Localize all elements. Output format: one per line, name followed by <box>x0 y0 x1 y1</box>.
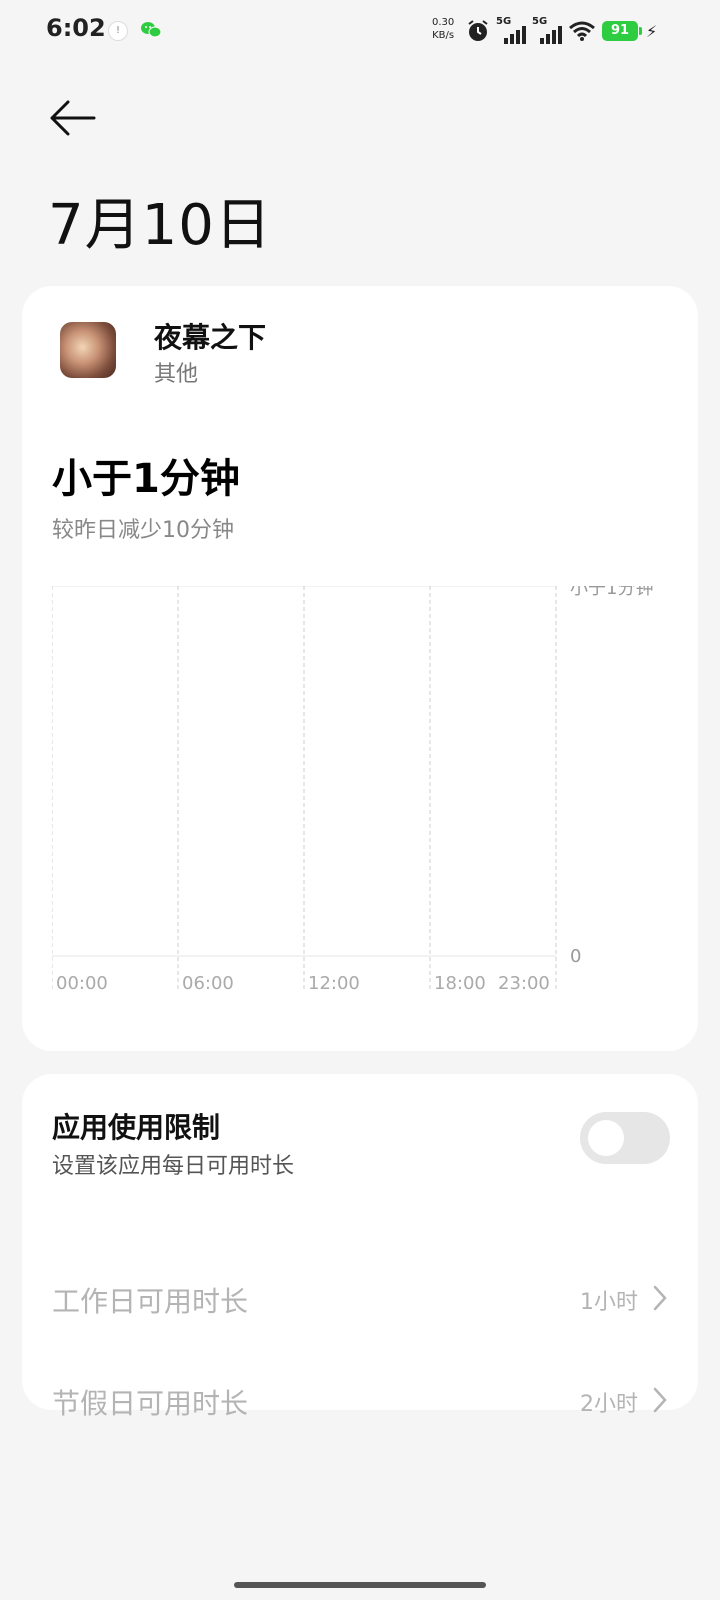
app-name: 夜幕之下 <box>154 321 267 354</box>
charging-icon: ⚡ <box>646 21 658 41</box>
limit-toggle[interactable] <box>580 1112 670 1164</box>
limit-title: 应用使用限制 <box>52 1111 221 1144</box>
network-speed-value: 0.30 <box>432 17 455 28</box>
chart-x-tick-label: 12:00 <box>308 973 360 994</box>
status-time: 6:02 <box>46 14 106 42</box>
chevron-right-icon <box>653 1387 667 1413</box>
wifi-icon <box>569 21 595 41</box>
alarm-icon <box>468 20 488 41</box>
chart-x-tick-label: 00:00 <box>56 973 108 994</box>
holiday-limit-value: 2小时 <box>580 1392 638 1417</box>
chart-y-tick-label: 小于1分钟 <box>570 586 653 599</box>
signal-icon: 5G <box>496 16 526 44</box>
app-category: 其他 <box>154 362 199 387</box>
notification-icon: ! <box>108 21 128 41</box>
limit-card: 应用使用限制 设置该应用每日可用时长 工作日可用时长 1小时 节假日可用时长 2… <box>22 1074 698 1420</box>
chart-y-tick-label: 0 <box>570 946 581 967</box>
battery-icon: 91 <box>602 21 642 41</box>
weekday-limit-value: 1小时 <box>580 1290 638 1315</box>
usage-chart-svg: 00:00 06:00 12:00 18:00 23:00 小于1分钟 0 <box>52 586 653 994</box>
network-speed-unit: KB/s <box>432 30 455 41</box>
holiday-limit-row[interactable]: 节假日可用时长 2小时 <box>22 1356 698 1446</box>
back-arrow-icon[interactable] <box>44 94 100 142</box>
home-indicator[interactable] <box>234 1582 486 1588</box>
wechat-icon <box>141 22 162 38</box>
toggle-knob <box>588 1120 624 1156</box>
status-bar: 6:02 ! 0.30 KB/s 5G 5G 91 ⚡ <box>0 0 720 64</box>
signal-icon: 5G <box>532 16 562 44</box>
chevron-right-icon <box>653 1285 667 1311</box>
limit-subtitle: 设置该应用每日可用时长 <box>52 1154 295 1179</box>
app-icon <box>60 322 116 378</box>
usage-compare: 较昨日减少10分钟 <box>52 518 234 543</box>
holiday-limit-label: 节假日可用时长 <box>52 1387 249 1420</box>
chart-x-tick-label: 23:00 <box>498 973 550 994</box>
weekday-limit-label: 工作日可用时长 <box>52 1285 249 1318</box>
chart-x-tick-label: 06:00 <box>182 973 234 994</box>
status-icons: 5G 5G 91 ⚡ <box>466 16 657 46</box>
network-speed: 0.30 KB/s <box>432 16 454 42</box>
page-title: 7月10日 <box>48 193 272 258</box>
usage-chart: 00:00 06:00 12:00 18:00 23:00 小于1分钟 0 <box>52 586 698 1006</box>
usage-card: 夜幕之下 其他 小于1分钟 较昨日减少10分钟 00:00 06:00 12:00 1… <box>22 286 698 1051</box>
usage-total: 小于1分钟 <box>52 456 240 502</box>
weekday-limit-row[interactable]: 工作日可用时长 1小时 <box>22 1254 698 1344</box>
chart-x-tick-label: 18:00 <box>434 973 486 994</box>
